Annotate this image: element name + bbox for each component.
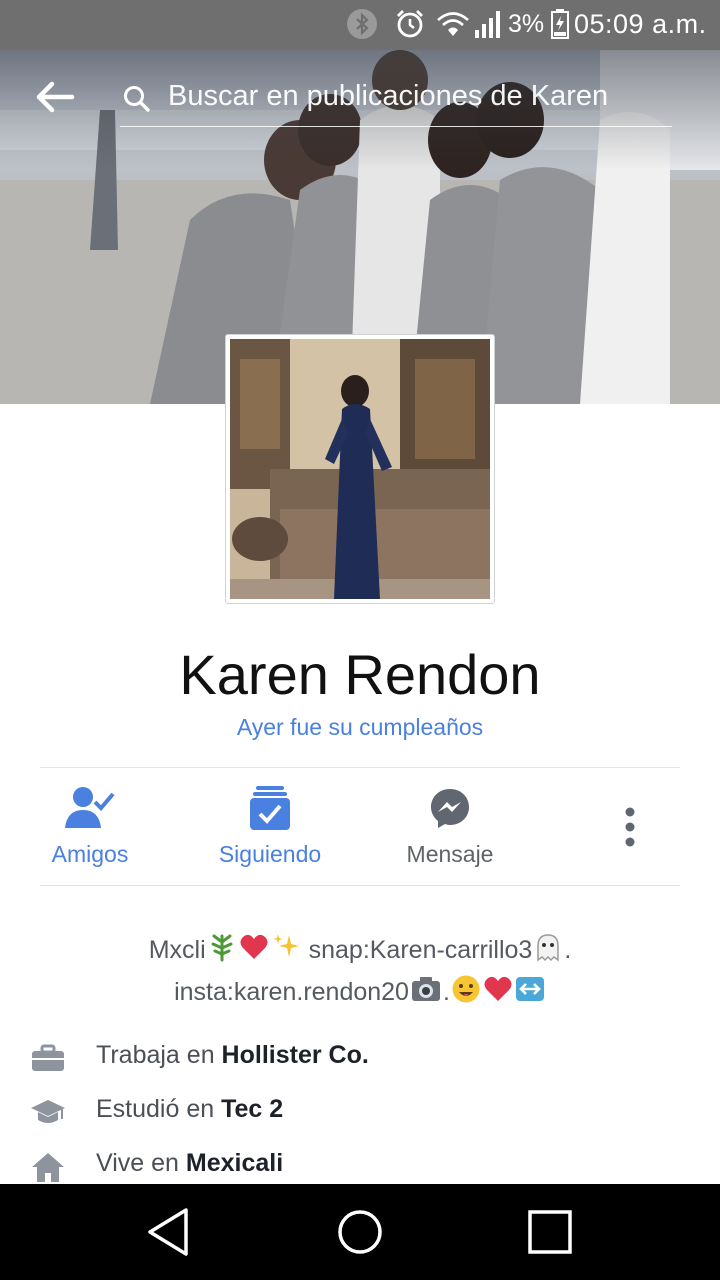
education-value[interactable]: Tec 2 <box>221 1095 283 1123</box>
wifi-icon <box>436 8 470 45</box>
status-time: 05:09 a.m. <box>574 9 707 39</box>
following-button[interactable]: Siguiendo <box>180 784 360 880</box>
heart-emoji-icon <box>239 932 269 969</box>
more-options-button[interactable] <box>606 800 654 854</box>
profile-name: Karen Rendon <box>179 643 541 706</box>
bio-line-2: insta:karen.rendon20. <box>0 974 720 1011</box>
profile-picture[interactable] <box>225 334 495 604</box>
bio-insta: insta:karen.rendon20 <box>174 978 409 1006</box>
triangle-back-icon <box>148 1208 188 1256</box>
education-prefix: Estudió en <box>96 1095 222 1123</box>
nav-recents-button[interactable] <box>520 1206 580 1258</box>
battery-icon <box>550 8 570 45</box>
alarm-icon <box>394 8 426 45</box>
birthday-link[interactable]: Ayer fue su cumpleaños <box>0 714 720 741</box>
circle-home-icon <box>338 1210 382 1254</box>
bio-line-1: Mxcli snap:Karen-carrillo3. <box>0 932 720 969</box>
nav-home-button[interactable] <box>330 1206 390 1258</box>
following-check-icon <box>250 786 290 830</box>
leaf-emoji-icon <box>207 932 237 969</box>
home-prefix: Vive en <box>96 1149 186 1177</box>
work-value[interactable]: Hollister Co. <box>222 1041 369 1069</box>
camera-emoji-icon <box>410 974 442 1011</box>
navigation-bar <box>0 1184 720 1280</box>
divider-bottom <box>40 885 680 886</box>
search-bar[interactable]: Buscar en publicaciones de Karen <box>120 74 672 127</box>
bluetooth-icon <box>346 8 378 45</box>
search-icon <box>122 84 152 119</box>
back-arrow-icon <box>36 81 75 113</box>
home-value[interactable]: Mexicali <box>186 1149 283 1177</box>
smiling-face-emoji-icon <box>451 974 481 1011</box>
graduation-cap-icon <box>30 1097 66 1129</box>
friends-label: Amigos <box>51 841 129 867</box>
sparkles-emoji-icon <box>271 932 301 969</box>
divider-top <box>40 767 680 768</box>
bio-snap: snap:Karen-carrillo3 <box>301 936 533 964</box>
bio-text: Mxcli <box>148 936 206 964</box>
back-button[interactable] <box>32 74 78 120</box>
friends-check-icon <box>65 787 115 828</box>
message-button[interactable]: Mensaje <box>360 784 540 880</box>
nav-back-button[interactable] <box>140 1206 200 1258</box>
status-bar: 3% 05:09 a.m. <box>0 0 720 50</box>
briefcase-icon <box>30 1043 66 1075</box>
battery-percent: 3% <box>508 10 545 38</box>
message-label: Mensaje <box>406 841 494 867</box>
heart-emoji-icon-2 <box>483 974 513 1011</box>
home-icon <box>30 1151 66 1183</box>
work-prefix: Trabaja en <box>96 1041 222 1069</box>
following-label: Siguiendo <box>218 841 322 867</box>
ghost-emoji-icon <box>533 932 563 969</box>
signal-icon <box>473 8 505 45</box>
left-right-arrow-emoji-icon <box>515 974 545 1011</box>
square-recents-icon <box>528 1210 572 1254</box>
search-input[interactable]: Buscar en publicaciones de Karen <box>168 80 608 113</box>
bio-dot-1: . <box>564 936 572 964</box>
bio-dot-2: . <box>442 978 450 1006</box>
friends-button[interactable]: Amigos <box>0 784 180 880</box>
more-vertical-icon <box>625 807 635 847</box>
messenger-icon <box>431 789 469 828</box>
